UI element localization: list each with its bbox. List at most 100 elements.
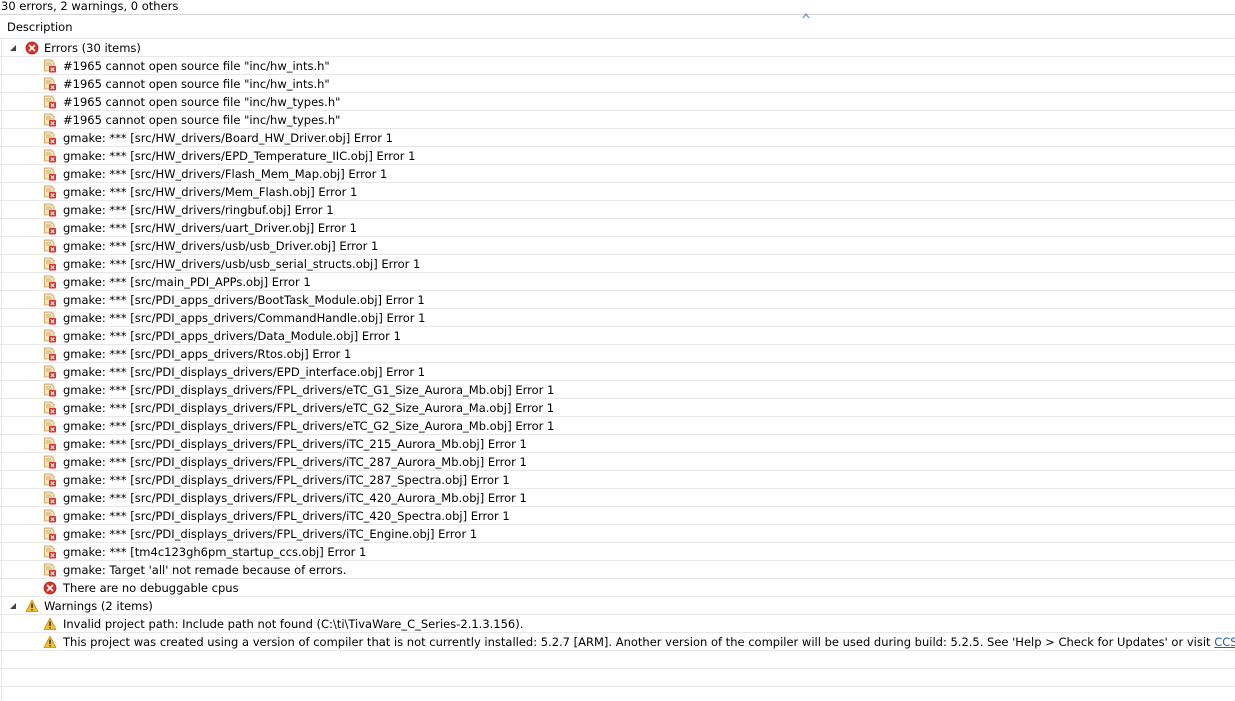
- problem-row[interactable]: gmake: *** [src/PDI_apps_drivers/Command…: [0, 309, 1235, 327]
- sort-ascending-icon[interactable]: [802, 13, 810, 19]
- warning-triangle-icon: [43, 617, 57, 630]
- problem-row[interactable]: gmake: *** [src/PDI_apps_drivers/BootTas…: [0, 291, 1235, 309]
- problem-description: gmake: *** [src/PDI_apps_drivers/BootTas…: [63, 293, 425, 307]
- file-error-icon: [44, 527, 56, 541]
- problem-row[interactable]: gmake: *** [src/HW_drivers/ringbuf.obj] …: [0, 201, 1235, 219]
- problem-description: #1965 cannot open source file "inc/hw_in…: [63, 59, 330, 73]
- problem-row[interactable]: This project was created using a version…: [0, 633, 1235, 651]
- problem-row[interactable]: #1965 cannot open source file "inc/hw_in…: [0, 75, 1235, 93]
- file-error-icon: [44, 149, 56, 163]
- table-header: Description: [0, 13, 1235, 39]
- problem-description: gmake: *** [src/PDI_displays_drivers/EPD…: [63, 365, 426, 379]
- problem-description: gmake: *** [src/HW_drivers/uart_Driver.o…: [63, 221, 357, 235]
- problem-row[interactable]: gmake: *** [src/PDI_displays_drivers/FPL…: [0, 435, 1235, 453]
- problem-row[interactable]: #1965 cannot open source file "inc/hw_ty…: [0, 93, 1235, 111]
- problem-description: #1965 cannot open source file "inc/hw_in…: [63, 77, 330, 91]
- file-error-icon: [44, 95, 56, 109]
- problem-row[interactable]: gmake: *** [src/PDI_apps_drivers/Data_Mo…: [0, 327, 1235, 345]
- group-row-errors[interactable]: Errors (30 items): [0, 39, 1235, 57]
- file-error-icon: [44, 383, 56, 397]
- problem-row[interactable]: gmake: *** [src/HW_drivers/Board_HW_Driv…: [0, 129, 1235, 147]
- problem-row[interactable]: gmake: *** [src/HW_drivers/usb/usb_Drive…: [0, 237, 1235, 255]
- file-error-icon: [44, 77, 56, 91]
- tree-expanded-icon[interactable]: [9, 602, 17, 610]
- warning-triangle-icon: [43, 635, 57, 648]
- problem-description: gmake: *** [src/HW_drivers/usb/usb_Drive…: [63, 239, 379, 253]
- empty-row: [0, 651, 1235, 669]
- group-label: Warnings (2 items): [44, 599, 153, 613]
- file-error-icon: [44, 329, 56, 343]
- file-error-icon: [44, 401, 56, 415]
- warning-triangle-icon: [25, 599, 39, 612]
- problem-row[interactable]: gmake: *** [src/HW_drivers/EPD_Temperatu…: [0, 147, 1235, 165]
- error-circle-icon: [25, 41, 39, 55]
- problem-row[interactable]: gmake: *** [src/PDI_displays_drivers/FPL…: [0, 489, 1235, 507]
- problem-description: gmake: *** [tm4c123gh6pm_startup_ccs.obj…: [63, 545, 367, 559]
- file-error-icon: [44, 293, 56, 307]
- problem-row[interactable]: gmake: *** [src/PDI_displays_drivers/EPD…: [0, 363, 1235, 381]
- problem-description: gmake: *** [src/PDI_displays_drivers/FPL…: [63, 509, 510, 523]
- file-error-icon: [44, 59, 56, 73]
- problem-description: #1965 cannot open source file "inc/hw_ty…: [63, 113, 341, 127]
- problem-row[interactable]: gmake: *** [src/PDI_displays_drivers/FPL…: [0, 507, 1235, 525]
- problems-tree: Errors (30 items) #1965 cannot open sourc…: [0, 39, 1235, 687]
- problem-description: gmake: *** [src/PDI_displays_drivers/FPL…: [63, 491, 527, 505]
- file-error-icon: [44, 419, 56, 433]
- problem-row[interactable]: gmake: *** [src/HW_drivers/Mem_Flash.obj…: [0, 183, 1235, 201]
- column-header-description[interactable]: Description: [7, 20, 73, 34]
- tree-expanded-icon[interactable]: [9, 44, 17, 52]
- problem-row[interactable]: gmake: *** [src/PDI_displays_drivers/FPL…: [0, 471, 1235, 489]
- file-error-icon: [44, 347, 56, 361]
- problem-description: gmake: *** [src/HW_drivers/Flash_Mem_Map…: [63, 167, 388, 181]
- problem-description: gmake: *** [src/HW_drivers/usb/usb_seria…: [63, 257, 421, 271]
- problem-row[interactable]: gmake: *** [src/PDI_displays_drivers/FPL…: [0, 399, 1235, 417]
- problem-row[interactable]: gmake: Target 'all' not remade because o…: [0, 561, 1235, 579]
- problem-description: gmake: *** [src/PDI_apps_drivers/Data_Mo…: [63, 329, 401, 343]
- problem-description: gmake: *** [src/PDI_apps_drivers/Rtos.ob…: [63, 347, 352, 361]
- file-error-icon: [44, 365, 56, 379]
- group-label: Errors (30 items): [44, 41, 141, 55]
- group-row-warnings[interactable]: Warnings (2 items): [0, 597, 1235, 615]
- problem-row[interactable]: gmake: *** [src/HW_drivers/usb/usb_seria…: [0, 255, 1235, 273]
- file-error-icon: [44, 131, 56, 145]
- problem-row[interactable]: gmake: *** [src/PDI_displays_drivers/FPL…: [0, 381, 1235, 399]
- problem-row[interactable]: gmake: *** [src/PDI_displays_drivers/FPL…: [0, 417, 1235, 435]
- file-error-icon: [44, 275, 56, 289]
- problem-description: gmake: *** [src/HW_drivers/ringbuf.obj] …: [63, 203, 334, 217]
- file-error-icon: [44, 239, 56, 253]
- problem-row[interactable]: Invalid project path: Include path not f…: [0, 615, 1235, 633]
- file-error-icon: [44, 509, 56, 523]
- problem-description: gmake: *** [src/PDI_displays_drivers/FPL…: [63, 527, 478, 541]
- problem-row[interactable]: gmake: *** [src/HW_drivers/uart_Driver.o…: [0, 219, 1235, 237]
- file-error-icon: [44, 491, 56, 505]
- problem-row[interactable]: gmake: *** [src/PDI_displays_drivers/FPL…: [0, 453, 1235, 471]
- problem-row[interactable]: gmake: *** [src/HW_drivers/Flash_Mem_Map…: [0, 165, 1235, 183]
- problem-description: gmake: *** [src/PDI_displays_drivers/FPL…: [63, 383, 555, 397]
- empty-row: [0, 669, 1235, 687]
- problem-description: gmake: *** [src/main_PDI_APPs.obj] Error…: [63, 275, 311, 289]
- file-error-icon: [44, 203, 56, 217]
- file-error-icon: [44, 473, 56, 487]
- problem-description: gmake: *** [src/PDI_displays_drivers/FPL…: [63, 401, 555, 415]
- problem-row[interactable]: gmake: *** [tm4c123gh6pm_startup_ccs.obj…: [0, 543, 1235, 561]
- problem-row[interactable]: gmake: *** [src/main_PDI_APPs.obj] Error…: [0, 273, 1235, 291]
- problem-description: #1965 cannot open source file "inc/hw_ty…: [63, 95, 341, 109]
- file-error-icon: [44, 545, 56, 559]
- problem-row[interactable]: #1965 cannot open source file "inc/hw_ty…: [0, 111, 1235, 129]
- problem-description: gmake: *** [src/HW_drivers/EPD_Temperatu…: [63, 149, 416, 163]
- ccs-app-center-link[interactable]: CCS App Center: [1214, 635, 1235, 649]
- problem-description: gmake: *** [src/HW_drivers/Board_HW_Driv…: [63, 131, 393, 145]
- problem-description: gmake: *** [src/PDI_displays_drivers/FPL…: [63, 455, 527, 469]
- problem-row[interactable]: #1965 cannot open source file "inc/hw_in…: [0, 57, 1235, 75]
- error-circle-icon: [43, 581, 57, 595]
- file-error-icon: [44, 563, 56, 577]
- problems-summary: 30 errors, 2 warnings, 0 others: [1, 0, 179, 13]
- problem-description: gmake: Target 'all' not remade because o…: [63, 563, 347, 577]
- file-error-icon: [44, 311, 56, 325]
- problem-row[interactable]: gmake: *** [src/PDI_displays_drivers/FPL…: [0, 525, 1235, 543]
- problem-description: gmake: *** [src/PDI_displays_drivers/FPL…: [63, 437, 527, 451]
- problem-row[interactable]: gmake: *** [src/PDI_apps_drivers/Rtos.ob…: [0, 345, 1235, 363]
- problem-row[interactable]: There are no debuggable cpus: [0, 579, 1235, 597]
- problem-description: This project was created using a version…: [63, 635, 1235, 649]
- file-error-icon: [44, 221, 56, 235]
